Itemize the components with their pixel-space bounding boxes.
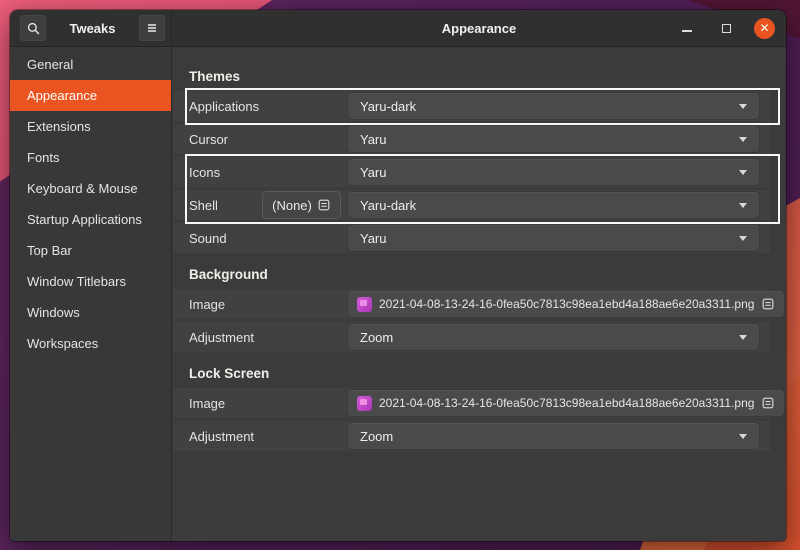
tweaks-window: Tweaks Appearance ✕ General Appearance E… <box>10 10 786 541</box>
sidebar-item-fonts[interactable]: Fonts <box>10 142 171 173</box>
chevron-down-icon <box>739 335 747 340</box>
chevron-down-icon <box>739 434 747 439</box>
applications-theme-dropdown[interactable]: Yaru-dark <box>347 92 760 120</box>
background-adjustment-value: Zoom <box>360 330 393 345</box>
cursor-theme-dropdown[interactable]: Yaru <box>347 125 760 153</box>
section-title-themes: Themes <box>189 69 770 85</box>
lock-screen-image-filename: 2021-04-08-13-24-16-0fea50c7813c98ea1ebd… <box>379 396 754 410</box>
lock-screen-rows: Image 2021-04-08-13-24-16-0fea50c7813c98… <box>174 388 770 451</box>
chevron-down-icon <box>739 137 747 142</box>
section-title-lock-screen: Lock Screen <box>189 366 770 382</box>
background-image-file-button[interactable]: 2021-04-08-13-24-16-0fea50c7813c98ea1ebd… <box>347 290 785 318</box>
sidebar-item-extensions[interactable]: Extensions <box>10 111 171 142</box>
shell-none-label: (None) <box>272 198 312 213</box>
search-icon <box>26 21 41 36</box>
maximize-icon <box>722 24 731 33</box>
window-controls: ✕ <box>676 10 775 46</box>
shell-label: Shell <box>189 198 262 213</box>
row-sound: Sound Yaru <box>174 223 770 253</box>
shell-none-button[interactable]: (None) <box>262 191 341 219</box>
icons-label: Icons <box>189 165 347 180</box>
background-adjustment-dropdown[interactable]: Zoom <box>347 323 760 351</box>
sound-theme-dropdown[interactable]: Yaru <box>347 224 760 252</box>
sidebar-item-keyboard-mouse[interactable]: Keyboard & Mouse <box>10 173 171 204</box>
sidebar-item-workspaces[interactable]: Workspaces <box>10 328 171 359</box>
sidebar-item-startup-applications[interactable]: Startup Applications <box>10 204 171 235</box>
row-icons: Icons Yaru <box>174 157 770 187</box>
row-cursor: Cursor Yaru <box>174 124 770 154</box>
sidebar-item-appearance[interactable]: Appearance <box>10 80 171 111</box>
lock-screen-image-label: Image <box>189 396 347 411</box>
maximize-button[interactable] <box>715 17 737 39</box>
shell-theme-dropdown[interactable]: Yaru-dark <box>347 191 760 219</box>
background-image-filename: 2021-04-08-13-24-16-0fea50c7813c98ea1ebd… <box>379 297 754 311</box>
background-adjustment-label: Adjustment <box>189 330 347 345</box>
applications-label: Applications <box>189 99 347 114</box>
row-applications: Applications Yaru-dark <box>174 91 770 121</box>
sidebar-item-window-titlebars[interactable]: Window Titlebars <box>10 266 171 297</box>
row-background-image: Image 2021-04-08-13-24-16-0fea50c7813c98… <box>174 289 770 319</box>
search-button[interactable] <box>20 15 46 41</box>
document-icon <box>317 198 331 212</box>
background-image-label: Image <box>189 297 347 312</box>
sidebar: General Appearance Extensions Fonts Keyb… <box>10 47 172 541</box>
icons-theme-dropdown[interactable]: Yaru <box>347 158 760 186</box>
appearance-page: Themes Applications Yaru-dark Cursor Yar… <box>172 47 786 541</box>
menu-button[interactable] <box>139 15 165 41</box>
hamburger-icon <box>145 21 159 35</box>
chevron-down-icon <box>739 203 747 208</box>
sound-label: Sound <box>189 231 347 246</box>
image-thumbnail-icon <box>357 297 372 312</box>
close-icon: ✕ <box>759 22 769 34</box>
lock-screen-image-file-button[interactable]: 2021-04-08-13-24-16-0fea50c7813c98ea1ebd… <box>347 389 785 417</box>
sound-theme-value: Yaru <box>360 231 387 246</box>
app-title: Tweaks <box>69 21 115 36</box>
cursor-label: Cursor <box>189 132 347 147</box>
sidebar-item-windows[interactable]: Windows <box>10 297 171 328</box>
row-background-adjustment: Adjustment Zoom <box>174 322 770 352</box>
lock-screen-adjustment-label: Adjustment <box>189 429 347 444</box>
page-title: Appearance <box>442 21 516 36</box>
cursor-theme-value: Yaru <box>360 132 387 147</box>
lock-screen-adjustment-value: Zoom <box>360 429 393 444</box>
minimize-icon <box>682 30 692 32</box>
sidebar-item-general[interactable]: General <box>10 49 171 80</box>
applications-theme-value: Yaru-dark <box>360 99 416 114</box>
image-thumbnail-icon <box>357 396 372 411</box>
sidebar-item-top-bar[interactable]: Top Bar <box>10 235 171 266</box>
chevron-down-icon <box>739 104 747 109</box>
section-title-background: Background <box>189 267 770 283</box>
document-icon <box>761 396 775 410</box>
row-lock-screen-adjustment: Adjustment Zoom <box>174 421 770 451</box>
lock-screen-adjustment-dropdown[interactable]: Zoom <box>347 422 760 450</box>
background-rows: Image 2021-04-08-13-24-16-0fea50c7813c98… <box>174 289 770 352</box>
icons-theme-value: Yaru <box>360 165 387 180</box>
row-lock-screen-image: Image 2021-04-08-13-24-16-0fea50c7813c98… <box>174 388 770 418</box>
close-button[interactable]: ✕ <box>754 18 775 39</box>
themes-rows: Applications Yaru-dark Cursor Yaru Icons… <box>174 91 770 253</box>
chevron-down-icon <box>739 170 747 175</box>
main-titlebar[interactable]: Appearance ✕ <box>172 10 786 47</box>
chevron-down-icon <box>739 236 747 241</box>
shell-theme-value: Yaru-dark <box>360 198 416 213</box>
minimize-button[interactable] <box>676 17 698 39</box>
sidebar-titlebar: Tweaks <box>10 10 172 47</box>
row-shell: Shell (None) Yaru-dark <box>174 190 770 220</box>
document-icon <box>761 297 775 311</box>
